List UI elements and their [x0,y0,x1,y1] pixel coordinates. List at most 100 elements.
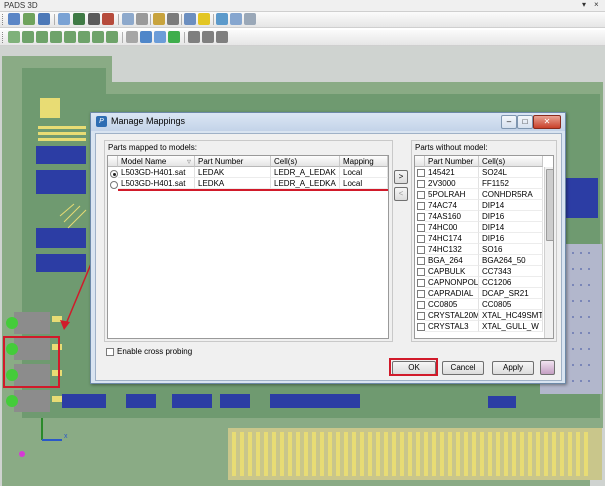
row-checkbox[interactable] [417,235,425,243]
cell-part-number: BGA_264 [425,255,479,266]
tools-icon[interactable] [167,13,179,25]
view-right-icon[interactable] [92,31,104,43]
row-checkbox[interactable] [417,246,425,254]
align-icon[interactable] [202,31,214,43]
cell-model-name: L503GD-H401.sat [118,167,195,178]
filter-icon[interactable]: ▿ [187,156,191,167]
toolbar-grip[interactable] [2,32,5,43]
cell-mapping: Local [340,167,388,178]
help-book-icon[interactable] [540,360,555,375]
cell-cells: DIP16 [479,211,543,222]
view-front-icon[interactable] [50,31,62,43]
view-3d-icon[interactable] [106,31,118,43]
dropdown-icon[interactable]: ▾ [582,0,586,9]
row-radio[interactable] [110,170,118,178]
axis-x-icon: x [64,433,68,440]
row-checkbox[interactable] [417,224,425,232]
close-icon[interactable]: × [594,0,599,9]
row-checkbox[interactable] [417,268,425,276]
warning-icon[interactable] [198,13,210,25]
mapped-parts-label: Parts mapped to models: [107,143,198,152]
library-icon[interactable] [88,13,100,25]
column-header-part-number[interactable]: Part Number [195,156,271,167]
print-icon[interactable] [73,13,85,25]
move-left-button[interactable]: < [394,187,408,201]
scrollbar-thumb[interactable] [546,169,553,241]
row-checkbox[interactable] [417,301,425,309]
select-icon[interactable] [136,13,148,25]
properties-icon[interactable] [184,13,196,25]
save-icon[interactable] [23,13,35,25]
main-toolbar [0,12,605,28]
pan-icon[interactable] [140,31,152,43]
export-icon[interactable] [102,13,114,25]
led-highlight-box [3,336,60,388]
row-radio[interactable] [110,181,118,189]
vertical-scrollbar[interactable] [544,167,553,338]
move-right-button[interactable]: > [394,170,408,184]
cell-cells: DIP14 [479,222,543,233]
row-checkbox[interactable] [417,323,425,331]
toolbar-separator [213,14,214,25]
cell-part-number: CRYSTAL20M... [425,310,479,321]
unmodeled-parts-group: Parts without model: Part Number Cell(s)… [411,140,557,342]
window-icon[interactable] [230,13,242,25]
column-header-mapping[interactable]: Mapping [340,156,388,167]
refresh-icon[interactable] [168,31,180,43]
row-checkbox[interactable] [417,180,425,188]
cell-cells: DIP14 [479,200,543,211]
dialog-app-icon: P [96,116,107,127]
unmodeled-parts-label: Parts without model: [414,143,489,152]
cell-part-number: 74HC00 [425,222,479,233]
toolbar-separator [150,14,151,25]
row-checkbox[interactable] [417,169,425,177]
cell-part-number: 5POLRAH [425,189,479,200]
view-bottom-icon[interactable] [36,31,48,43]
close-button[interactable]: ✕ [533,115,561,129]
view-iso-icon[interactable] [8,31,20,43]
view-back-icon[interactable] [64,31,76,43]
row-checkbox[interactable] [417,279,425,287]
zoom-icon[interactable] [122,13,134,25]
column-header-cells[interactable]: Cell(s) [271,156,340,167]
row-checkbox[interactable] [417,202,425,210]
dialog-body: Parts mapped to models: Model Name ▿ Part… [95,133,562,381]
layout-icon[interactable] [244,13,256,25]
row-checkbox[interactable] [417,312,425,320]
maximize-button[interactable]: □ [517,115,533,129]
cell-cells: DCAP_SR21 [479,288,543,299]
ok-highlight-box [389,358,438,376]
cell-cells: CC7343 [479,266,543,277]
view-left-icon[interactable] [78,31,90,43]
cross-probing-label: Enable cross probing [117,347,193,356]
apply-button[interactable]: Apply [492,361,534,375]
mapped-parts-grid[interactable]: Model Name ▿ Part Number Cell(s) Mapping … [107,155,389,339]
toolbar-grip[interactable] [2,14,5,25]
column-header-cells[interactable]: Cell(s) [479,156,543,167]
row-checkbox[interactable] [417,257,425,265]
cell-part-number: LEDAK [195,167,271,178]
view-top-icon[interactable] [22,31,34,43]
fit-icon[interactable] [126,31,138,43]
copy-icon[interactable] [38,13,50,25]
open-icon[interactable] [8,13,20,25]
column-header-part-number[interactable]: Part Number [425,156,479,167]
row-checkbox[interactable] [417,290,425,298]
flip-icon[interactable] [216,31,228,43]
measure-icon[interactable] [153,13,165,25]
help-icon[interactable] [216,13,228,25]
column-header-model-name[interactable]: Model Name ▿ [118,156,195,167]
unmodeled-parts-grid[interactable]: Part Number Cell(s) 145421 SO24L 2V3000 FF1… [414,155,554,339]
minimize-button[interactable]: ‒ [501,115,517,129]
cancel-button[interactable]: Cancel [442,361,484,375]
cross-probing-checkbox[interactable] [106,348,114,356]
row-checkbox[interactable] [417,191,425,199]
cell-part-number: CAPBULK [425,266,479,277]
paste-icon[interactable] [58,13,70,25]
dialog-title: Manage Mappings [111,116,186,126]
rotate-icon[interactable] [154,31,166,43]
snap-icon[interactable] [188,31,200,43]
dialog-titlebar[interactable]: P Manage Mappings ‒ □ ✕ [91,113,565,131]
row-checkbox[interactable] [417,213,425,221]
app-titlebar: PADS 3D ▾ × [0,0,605,12]
